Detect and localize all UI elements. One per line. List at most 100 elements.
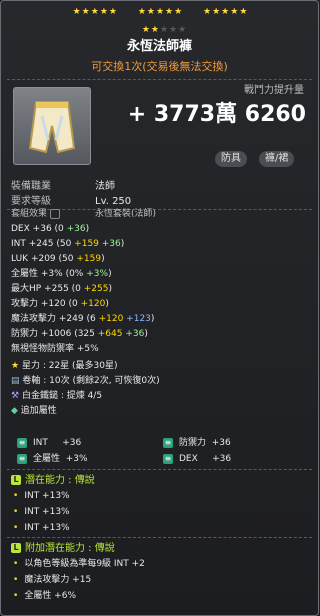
potential-text: INT +13% bbox=[24, 491, 70, 501]
divider bbox=[7, 79, 312, 80]
set-effect-label: 套組效果 bbox=[11, 209, 48, 219]
legendary-icon: L bbox=[11, 543, 21, 553]
stat-key: 全屬性 bbox=[11, 269, 39, 279]
bonus-stat: ≡ DEX +36 bbox=[163, 452, 231, 467]
add-potential-text: 以角色等級為準每9級 INT +2 bbox=[24, 559, 145, 569]
item-icon-frame bbox=[13, 87, 91, 165]
bonus-stats-label: 追加屬性 bbox=[20, 406, 57, 416]
stat-value: +249 (6 bbox=[58, 314, 99, 324]
bonus-stats-icon: ◆ bbox=[11, 406, 18, 416]
stat-row: 最大HP +255 (0 +255) bbox=[11, 282, 311, 297]
stat-row: 攻擊力 +120 (0 +120) bbox=[11, 297, 311, 312]
bonus-value: +36 bbox=[212, 454, 232, 464]
hammer-icon: ⚒ bbox=[11, 391, 20, 401]
req-level-label: 要求等級 bbox=[11, 196, 51, 207]
scroll-info: ▤ 卷軸 : 10次 (剩餘2次, 可恢復0次) bbox=[11, 374, 311, 389]
stat-value: +3% (0% bbox=[40, 269, 87, 279]
set-effect-row: 套組效果 永恆套裝(法師) bbox=[11, 207, 311, 222]
star-group: ★★★★★ bbox=[203, 7, 249, 17]
stat-value: +245 (50 bbox=[28, 239, 75, 249]
bonus-stats-header: ◆ 追加屬性 bbox=[11, 404, 311, 419]
subcategory-tag: 褲/裙 bbox=[259, 151, 295, 167]
requirements: 裝備職業 法師 要求等級 Lv. 250 bbox=[11, 179, 131, 209]
bonus-stat-icon: ≡ bbox=[17, 453, 27, 464]
stat-key: DEX bbox=[11, 224, 30, 234]
stat-value: +255 (0 bbox=[44, 284, 84, 294]
bonus-value: +3% bbox=[65, 454, 88, 464]
stat-key: LUK bbox=[11, 254, 29, 264]
stat-close: ) bbox=[108, 284, 113, 294]
stat-key: 魔法攻擊力 bbox=[11, 314, 57, 324]
stat-key: 最大HP bbox=[11, 284, 42, 294]
potential-header: L 潛在能力 : 傳說 bbox=[11, 473, 95, 488]
bonus-key: DEX bbox=[179, 454, 198, 464]
stat-bonus-2: +36 bbox=[122, 329, 145, 339]
stat-bonus: +120 bbox=[98, 314, 124, 324]
star-group: ★★ bbox=[141, 25, 160, 35]
bonus-value: +36 bbox=[211, 438, 231, 448]
category-tag: 防具 bbox=[215, 151, 247, 167]
stat-close: ) bbox=[105, 299, 109, 309]
star-group-empty: ★★★ bbox=[159, 25, 188, 35]
star-group: ★★★★★ bbox=[137, 7, 184, 17]
stat-bonus-2: +123 bbox=[123, 314, 151, 324]
stat-key: INT bbox=[11, 239, 26, 249]
stat-value: +120 (0 bbox=[40, 299, 81, 309]
add-potential-line: • 全屬性 +6% bbox=[13, 591, 76, 601]
stat-value: +36 (0 bbox=[32, 224, 67, 234]
req-job: 法師 bbox=[95, 181, 115, 192]
scroll-icon: ▤ bbox=[11, 376, 20, 386]
hammer-text: 白金鐵鎚 : 提煉 4/5 bbox=[21, 391, 103, 401]
stat-close: ) bbox=[120, 239, 125, 249]
bonus-stat-icon: ≡ bbox=[17, 437, 27, 448]
pants-icon bbox=[28, 101, 76, 154]
stats-list: 套組效果 永恆套裝(法師) DEX +36 (0 +36) INT +245 (… bbox=[11, 207, 311, 419]
stat-bonus: +159 bbox=[76, 254, 102, 264]
item-name: 永恆法師褲 bbox=[126, 39, 192, 54]
stat-row: INT +245 (50 +159 +36) bbox=[11, 237, 311, 252]
add-potential-header: L 附加潛在能力 : 傳說 bbox=[11, 541, 115, 556]
add-potential-text: 全屬性 +6% bbox=[24, 591, 76, 601]
starforce-text: 星力 : 22星 (最多30星) bbox=[21, 361, 118, 371]
stat-key: 攻擊力 bbox=[11, 299, 39, 309]
starforce-icon: ★ bbox=[11, 361, 20, 371]
bonus-stat-icon: ≡ bbox=[163, 437, 173, 448]
stat-bonus: +159 bbox=[74, 239, 99, 249]
stat-row: 無視怪物防禦率 +5% bbox=[11, 342, 311, 357]
stat-row: 全屬性 +3% (0% +3%) bbox=[11, 267, 311, 282]
stat-close: ) bbox=[150, 314, 155, 324]
stat-bonus: +645 bbox=[97, 329, 123, 339]
potential-text: INT +13% bbox=[24, 507, 70, 517]
starforce-info: ★ 星力 : 22星 (最多30星) bbox=[11, 359, 311, 374]
stat-bonus: +3% bbox=[86, 269, 109, 279]
stat-row: LUK +209 (50 +159) bbox=[11, 252, 311, 267]
stat-row: 防禦力 +1006 (325 +645 +36) bbox=[11, 327, 311, 342]
potential-title: 潛在能力 : 傳說 bbox=[25, 475, 95, 486]
bonus-value: +36 bbox=[62, 438, 82, 448]
combat-power-label: 戰鬥力提升量 bbox=[244, 85, 304, 96]
stat-bonus: +36 bbox=[66, 224, 86, 234]
star-group: ★★★★★ bbox=[72, 7, 118, 17]
stat-value: +5% bbox=[76, 344, 99, 354]
hammer-info: ⚒ 白金鐵鎚 : 提煉 4/5 bbox=[11, 389, 311, 404]
bonus-stat: ≡ INT +36 bbox=[17, 436, 81, 451]
potential-line: • INT +13% bbox=[13, 507, 70, 517]
stat-close: ) bbox=[108, 269, 112, 279]
add-potential-line: • 以角色等級為準每9級 INT +2 bbox=[13, 559, 145, 569]
legendary-icon: L bbox=[11, 475, 21, 485]
req-job-label: 裝備職業 bbox=[11, 181, 51, 192]
stat-key: 無視怪物防禦率 bbox=[11, 344, 75, 354]
stat-close: ) bbox=[85, 224, 90, 234]
potential-line: • INT +13% bbox=[13, 523, 70, 533]
stat-bonus: +120 bbox=[80, 299, 106, 309]
stat-value: +209 (50 bbox=[30, 254, 77, 264]
divider bbox=[7, 469, 312, 470]
stat-close: ) bbox=[101, 254, 105, 264]
stat-bonus: +255 bbox=[83, 284, 109, 294]
stat-row: 魔法攻擊力 +249 (6 +120 +123) bbox=[11, 312, 311, 327]
bonus-key: INT bbox=[33, 438, 48, 448]
scroll-text: 卷軸 : 10次 (剩餘2次, 可恢復0次) bbox=[22, 376, 160, 386]
divider bbox=[7, 537, 312, 538]
lock-icon bbox=[50, 208, 61, 219]
add-potential-line: • 魔法攻擊力 +15 bbox=[13, 575, 92, 585]
